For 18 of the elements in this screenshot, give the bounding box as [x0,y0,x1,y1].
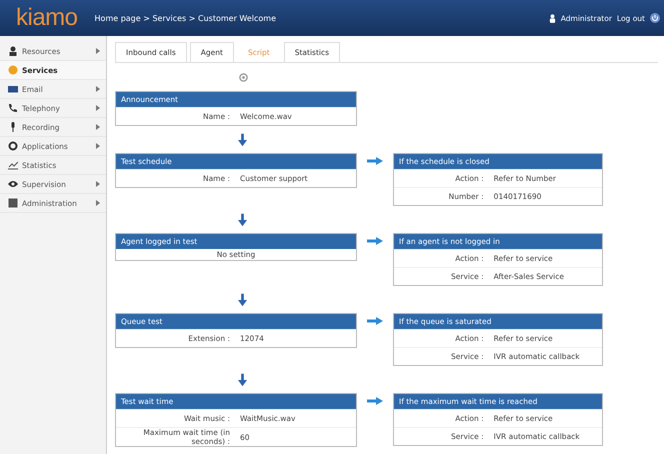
power-icon[interactable] [650,13,660,23]
user-icon [548,14,556,22]
right-arrow-icon [367,157,383,165]
phone-icon [8,103,18,113]
right-arrow-icon [367,397,383,405]
logo[interactable]: kiamo [16,4,78,32]
down-arrow-icon [238,372,247,386]
start-icon [239,73,248,82]
person-icon [8,46,18,56]
down-arrow-icon [238,292,247,306]
mail-icon [8,84,18,94]
right-arrow-icon [367,317,383,325]
down-arrow-icon [238,132,247,146]
down-arrow-icon [238,212,247,226]
right-arrow-icon [367,237,383,245]
chart-icon [8,160,18,170]
eye-icon [8,179,18,189]
breadcrumb: Home page > Services > Customer Welcome [94,14,276,22]
